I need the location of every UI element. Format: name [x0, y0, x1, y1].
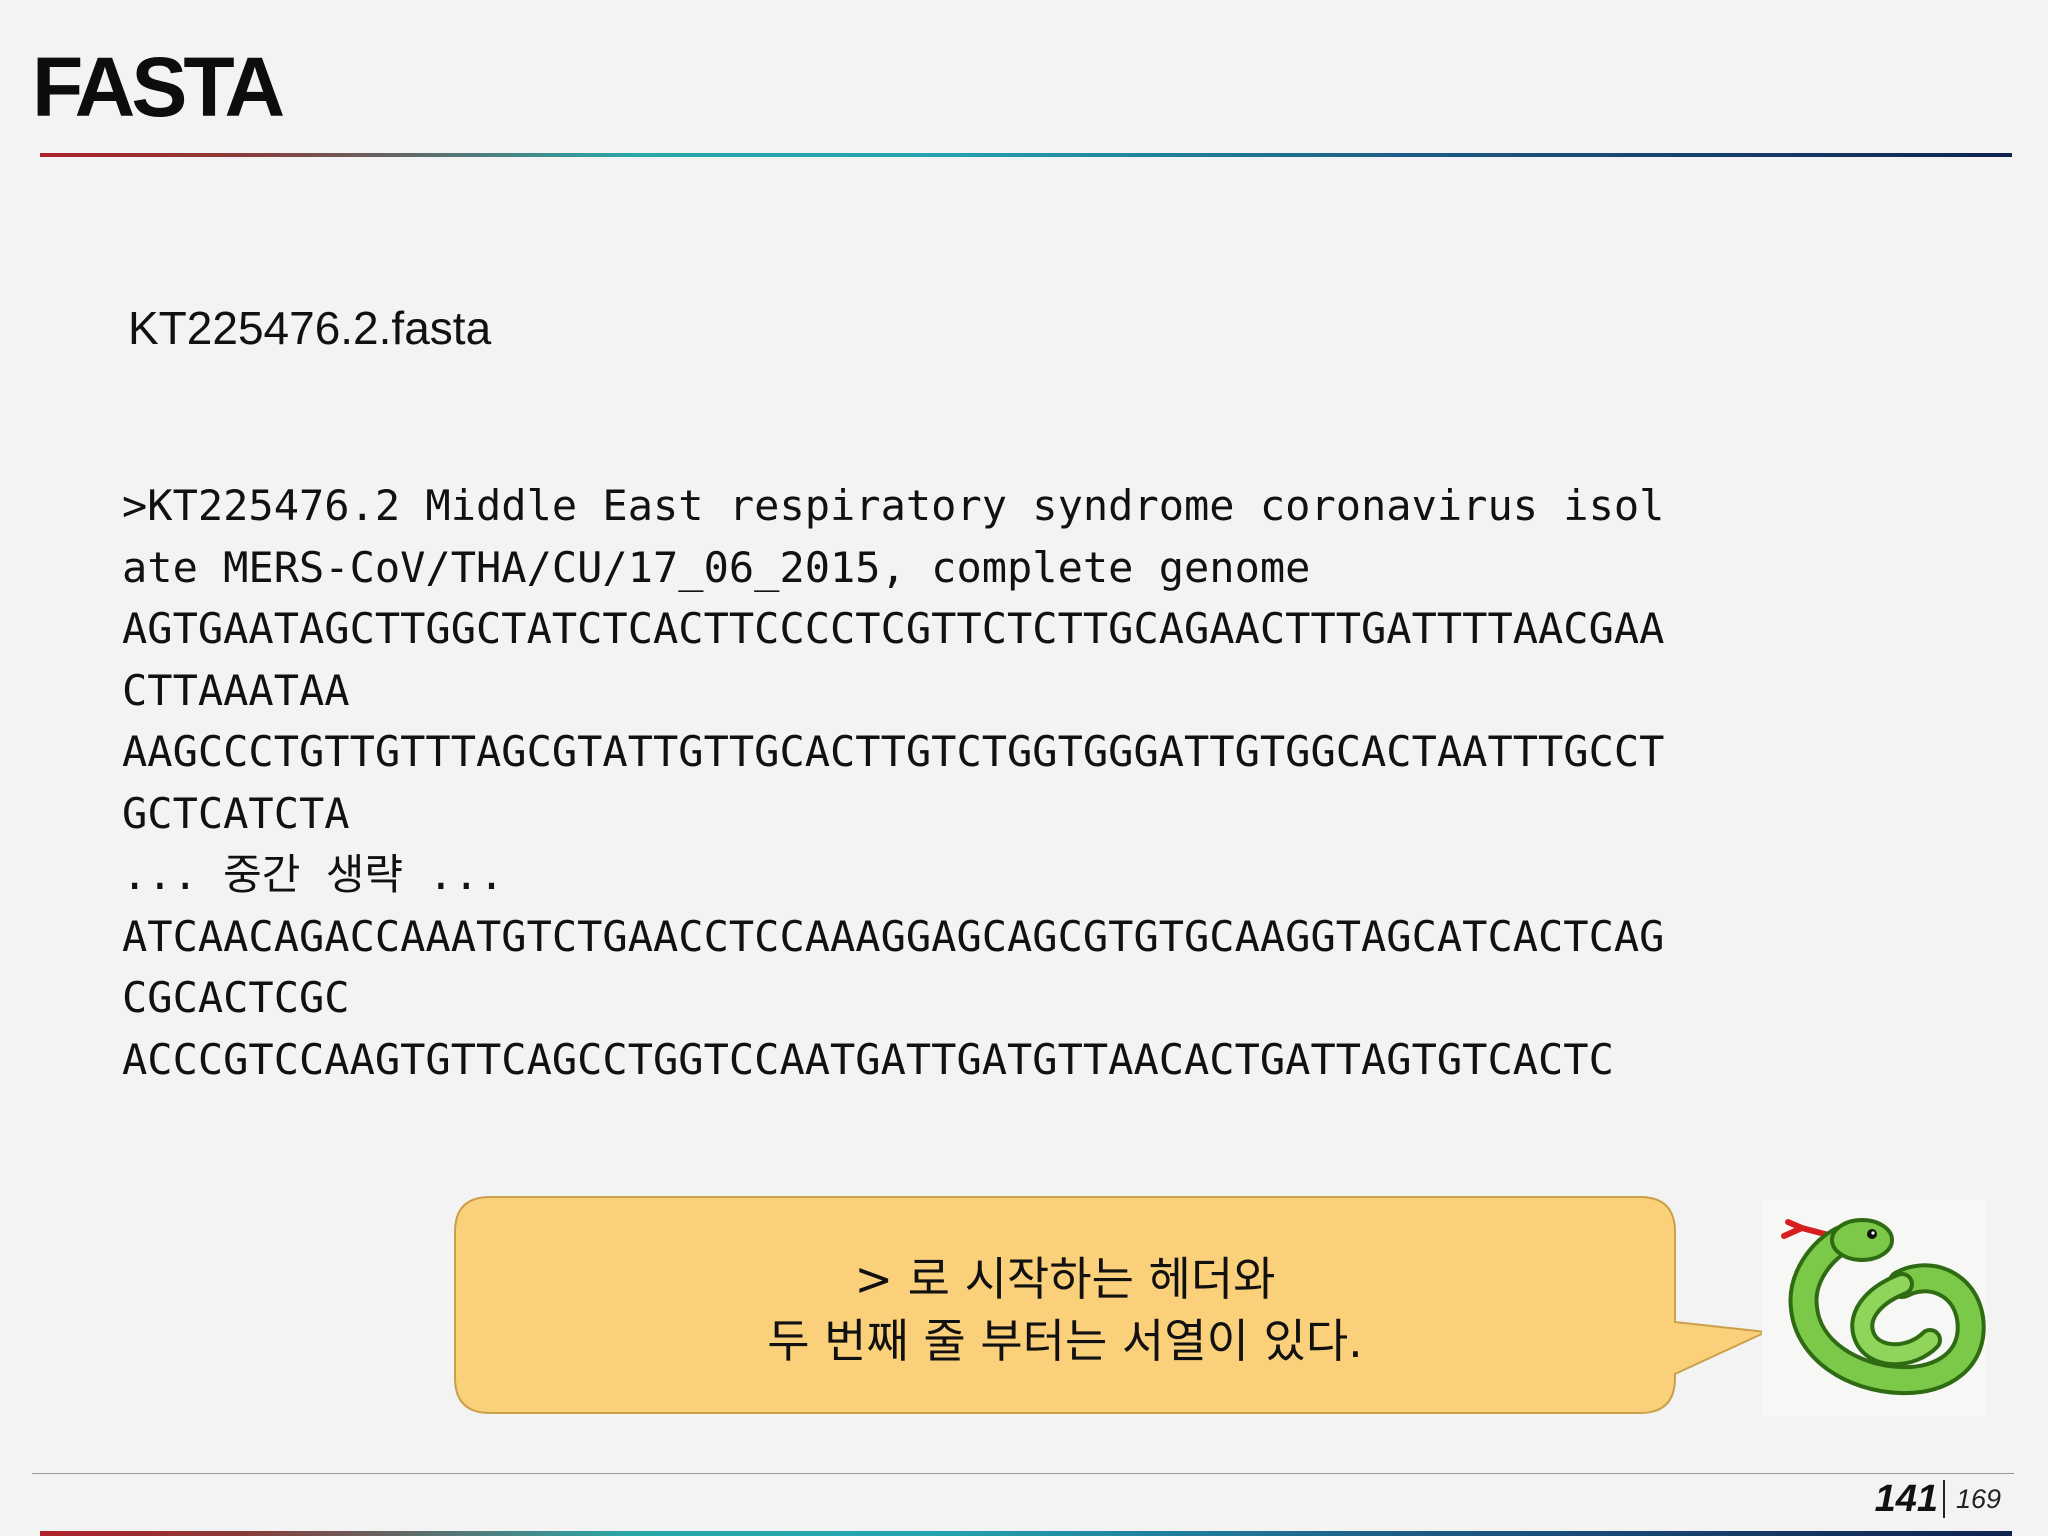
- speech-bubble-line-2: 두 번째 줄 부터는 서열이 있다.: [767, 1314, 1363, 1368]
- speech-bubble-text: > 로 시작하는 헤더와 두 번째 줄 부터는 서열이 있다.: [454, 1248, 1676, 1372]
- fasta-sequence-line: AAGCCCTGTTGTTTAGCGTATTGTTGCACTTGTCTGGTGG…: [122, 727, 1665, 776]
- speech-bubble-line-1: > 로 시작하는 헤더와: [854, 1252, 1276, 1306]
- fasta-sequence-line: CGCACTCGC: [122, 973, 350, 1022]
- fasta-sequence-line: CTTAAATAA: [122, 665, 350, 715]
- fasta-omission-line: ... 중간 생략 ...: [122, 850, 505, 899]
- page-number: 141: [1874, 1478, 1938, 1520]
- fasta-sequence-line: GCTCATCTA: [122, 788, 350, 838]
- page-number-separator: [1943, 1480, 1945, 1518]
- title-divider: [40, 153, 2012, 157]
- fasta-sequence-line: AGTGAATAGCTTGGCTATCTCACTTCCCCTCGTTCTCTTG…: [122, 604, 1665, 653]
- page-total: 169: [1956, 1484, 2002, 1514]
- fasta-filename: KT225476.2.fasta: [128, 302, 492, 354]
- fasta-sequence-line: ACCCGTCCAAGTGTTCAGCCTGGTCCAATGATTGATGTTA…: [122, 1034, 1614, 1084]
- fasta-header-line: >KT225476.2 Middle East respiratory synd…: [122, 481, 1665, 530]
- slide-title: FASTA: [32, 40, 285, 134]
- fasta-sequence-line: ATCAACAGACCAAATGTCTGAACCTCCAAAGGAGCAGCGT…: [122, 911, 1665, 961]
- footer-divider: [32, 1473, 2014, 1474]
- speech-bubble: > 로 시작하는 헤더와 두 번째 줄 부터는 서열이 있다.: [454, 1196, 1770, 1414]
- slide: FASTA KT225476.2.fasta >KT225476.2 Middl…: [0, 0, 2048, 1536]
- green-snake-icon: [1762, 1200, 1987, 1416]
- bottom-accent-bar: [40, 1531, 2012, 1536]
- fasta-header-line-cont: ate MERS-CoV/THA/CU/17_06_2015, complete…: [122, 542, 1311, 592]
- fasta-content: >KT225476.2 Middle East respiratory synd…: [122, 475, 2002, 1090]
